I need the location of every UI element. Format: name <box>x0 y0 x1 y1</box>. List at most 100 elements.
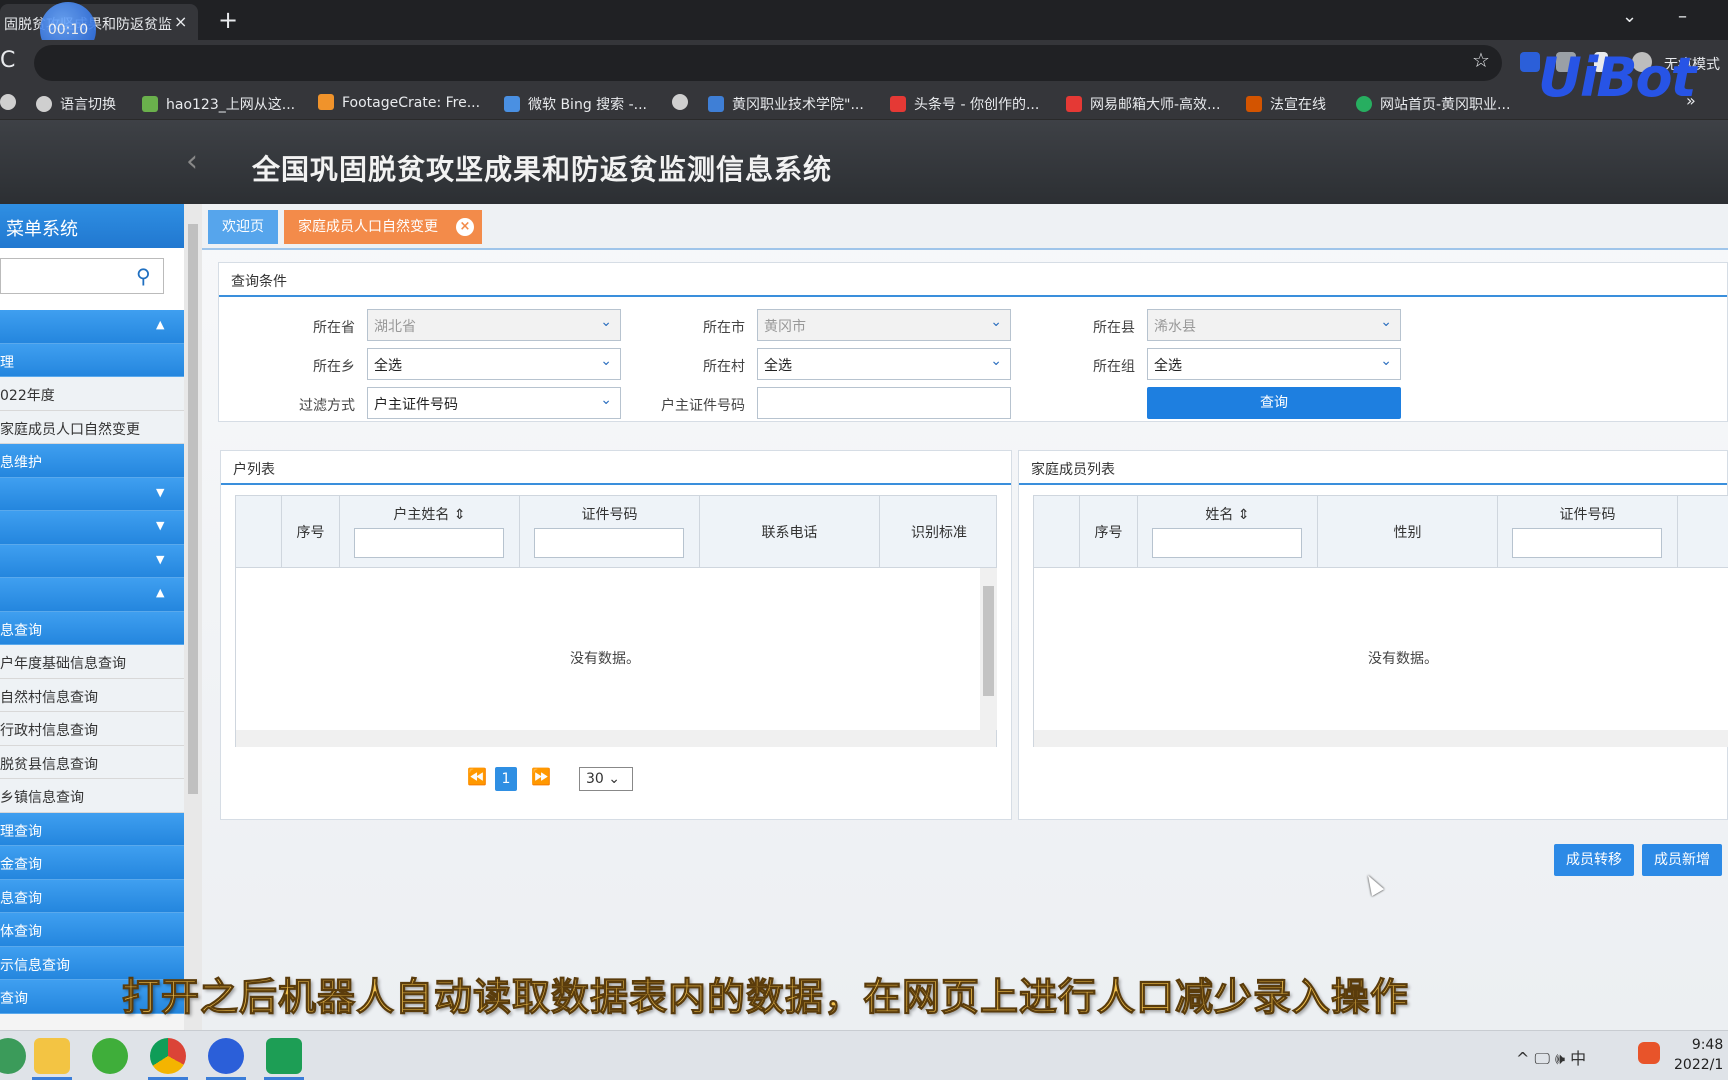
sidebar-item[interactable]: 息查询 <box>0 611 184 645</box>
prev-page-icon[interactable]: ⏪ <box>467 767 487 786</box>
ie-browser-icon[interactable] <box>92 1038 128 1074</box>
sidebar-item[interactable]: 自然村信息查询 <box>0 678 184 712</box>
township-select[interactable]: 全选 ⌄ <box>367 348 621 380</box>
bookmark-item[interactable]: hao123_上网从这... <box>142 94 295 114</box>
bookmark-item[interactable]: 法宣在线 <box>1246 94 1326 114</box>
village-select[interactable]: 全选 ⌄ <box>757 348 1011 380</box>
new-tab-button[interactable]: + <box>218 6 238 34</box>
next-page-icon[interactable]: ⏩ <box>531 767 551 786</box>
bookmark-item[interactable] <box>672 94 696 111</box>
sidebar-item-label: 理查询 <box>0 823 42 840</box>
select-column[interactable] <box>1034 496 1080 568</box>
column-header: 联系电话 <box>700 496 880 568</box>
chevron-up-icon: ▲ <box>156 586 165 599</box>
minimize-button[interactable]: – <box>1678 6 1687 27</box>
sidebar-item[interactable]: 脱贫县信息查询 <box>0 745 184 779</box>
page-tabs: 欢迎页 家庭成员人口自然变更 × <box>202 204 1728 250</box>
bookmark-item[interactable]: 头条号 - 你创作的... <box>890 94 1039 114</box>
taskbar-app-icon[interactable] <box>0 1038 26 1074</box>
group-select[interactable]: 全选 ⌄ <box>1147 348 1401 380</box>
column-header-sortable[interactable]: 姓名 ⇕ <box>1138 496 1318 568</box>
member-id-filter-input[interactable] <box>1512 528 1662 558</box>
globe-icon <box>36 96 52 112</box>
bookmarks-bar: 语言切换 hao123_上网从这... FootageCrate: Fre...… <box>0 86 1728 120</box>
browser-tab[interactable]: 固脱贫攻坚成果和防返贫监 × <box>0 4 198 40</box>
scrollbar-thumb[interactable] <box>188 224 198 794</box>
sidebar-item[interactable]: 理查询 <box>0 812 184 846</box>
sidebar-item[interactable]: 息查询 <box>0 879 184 913</box>
bookmark-star-icon[interactable]: ☆ <box>1472 48 1490 72</box>
tab-welcome[interactable]: 欢迎页 <box>208 210 278 244</box>
filter-mode-label: 过滤方式 <box>299 398 355 414</box>
back-chevron-icon[interactable]: ‹ <box>186 144 198 179</box>
taskbar-clock[interactable]: 9:48 2022/1 <box>1674 1035 1723 1075</box>
chrome-icon[interactable] <box>150 1038 186 1074</box>
id-number-filter-input[interactable] <box>534 528 684 558</box>
sidebar-item[interactable]: 022年度 <box>0 377 184 411</box>
sidebar-item[interactable]: 家庭成员人口自然变更 <box>0 410 184 444</box>
address-bar[interactable] <box>34 45 1502 81</box>
uibot-extension-icon[interactable] <box>1520 52 1540 72</box>
website-icon <box>1356 96 1372 112</box>
column-header-sortable[interactable]: 户主姓名 ⇕ <box>340 496 520 568</box>
reload-icon[interactable]: C <box>0 48 15 73</box>
bookmark-item[interactable]: 微软 Bing 搜索 -... <box>504 94 647 114</box>
horizontal-scrollbar[interactable] <box>1034 730 1728 747</box>
uibot-icon[interactable] <box>208 1038 244 1074</box>
bookmark-item[interactable]: FootageCrate: Fre... <box>318 94 480 111</box>
page-number-button[interactable]: 1 <box>495 767 517 791</box>
search-icon[interactable]: ⚲ <box>136 264 151 288</box>
sidebar-item[interactable]: 行政村信息查询 <box>0 712 184 746</box>
city-select[interactable]: 黄冈市 ⌄ <box>757 309 1011 341</box>
bookmark-item[interactable]: 语言切换 <box>36 94 116 114</box>
select-column[interactable] <box>236 496 282 568</box>
chevron-down-icon: ⌄ <box>600 314 612 330</box>
member-add-button[interactable]: 成员新增 <box>1642 844 1722 876</box>
column-header: 证件号码 <box>1498 496 1678 568</box>
empty-message: 没有数据。 <box>1368 651 1438 667</box>
sidebar-item[interactable]: 理 <box>0 343 184 377</box>
bing-search-icon <box>504 96 520 112</box>
tray-app-icon[interactable] <box>1638 1042 1660 1064</box>
sidebar-item[interactable]: ▼ <box>0 511 184 545</box>
search-button[interactable]: 查询 <box>1147 387 1401 419</box>
toutiao-icon <box>890 96 906 112</box>
sidebar-item-label: 乡镇信息查询 <box>0 790 84 806</box>
county-label: 所在县 <box>1093 320 1135 336</box>
scrollbar-thumb[interactable] <box>983 586 994 696</box>
city-label: 所在市 <box>703 320 745 336</box>
head-name-filter-input[interactable] <box>354 528 504 558</box>
sidebar-item[interactable]: 金查询 <box>0 846 184 880</box>
sidebar-item[interactable]: 户年度基础信息查询 <box>0 645 184 679</box>
sidebar-item[interactable]: ▼ <box>0 544 184 578</box>
sidebar-scrollbar[interactable] <box>184 204 202 1030</box>
county-select[interactable]: 浠水县 ⌄ <box>1147 309 1401 341</box>
system-tray-icons[interactable]: ^ 🖵 🕪 中 <box>1516 1045 1586 1069</box>
sidebar-item[interactable]: 体查询 <box>0 913 184 947</box>
sidebar-item[interactable]: ▼ <box>0 477 184 511</box>
head-id-input[interactable] <box>757 387 1011 419</box>
file-explorer-icon[interactable] <box>34 1038 70 1074</box>
horizontal-scrollbar[interactable] <box>236 730 996 747</box>
filter-mode-select[interactable]: 户主证件号码 ⌄ <box>367 387 621 419</box>
sidebar-item[interactable]: ▲ <box>0 578 184 612</box>
tab-search-icon[interactable]: ⌄ <box>1622 6 1637 27</box>
member-transfer-button[interactable]: 成员转移 <box>1554 844 1634 876</box>
bookmark-item[interactable]: 网易邮箱大师-高效... <box>1066 94 1220 114</box>
bookmark-item[interactable]: 黄冈职业技术学院"... <box>708 94 864 114</box>
sidebar-item[interactable]: 息维护 <box>0 444 184 478</box>
member-name-filter-input[interactable] <box>1152 528 1302 558</box>
bookmark-globe-icon[interactable] <box>0 94 24 111</box>
province-select[interactable]: 湖北省 ⌄ <box>367 309 621 341</box>
spreadsheet-icon[interactable] <box>266 1038 302 1074</box>
page-size-select[interactable]: 30 ⌄ <box>579 767 633 791</box>
bookmark-item[interactable]: 网站首页-黄冈职业... <box>1356 94 1510 114</box>
sidebar-item[interactable]: ▲ <box>0 310 184 344</box>
vertical-scrollbar[interactable] <box>980 568 997 730</box>
close-icon[interactable]: × <box>456 218 474 236</box>
chevron-down-icon: ▼ <box>156 552 165 566</box>
globe-icon <box>672 94 688 110</box>
tab-close-icon[interactable]: × <box>174 12 187 31</box>
sidebar-item[interactable]: 乡镇信息查询 <box>0 779 184 813</box>
tab-family-member-change[interactable]: 家庭成员人口自然变更 × <box>284 210 482 244</box>
